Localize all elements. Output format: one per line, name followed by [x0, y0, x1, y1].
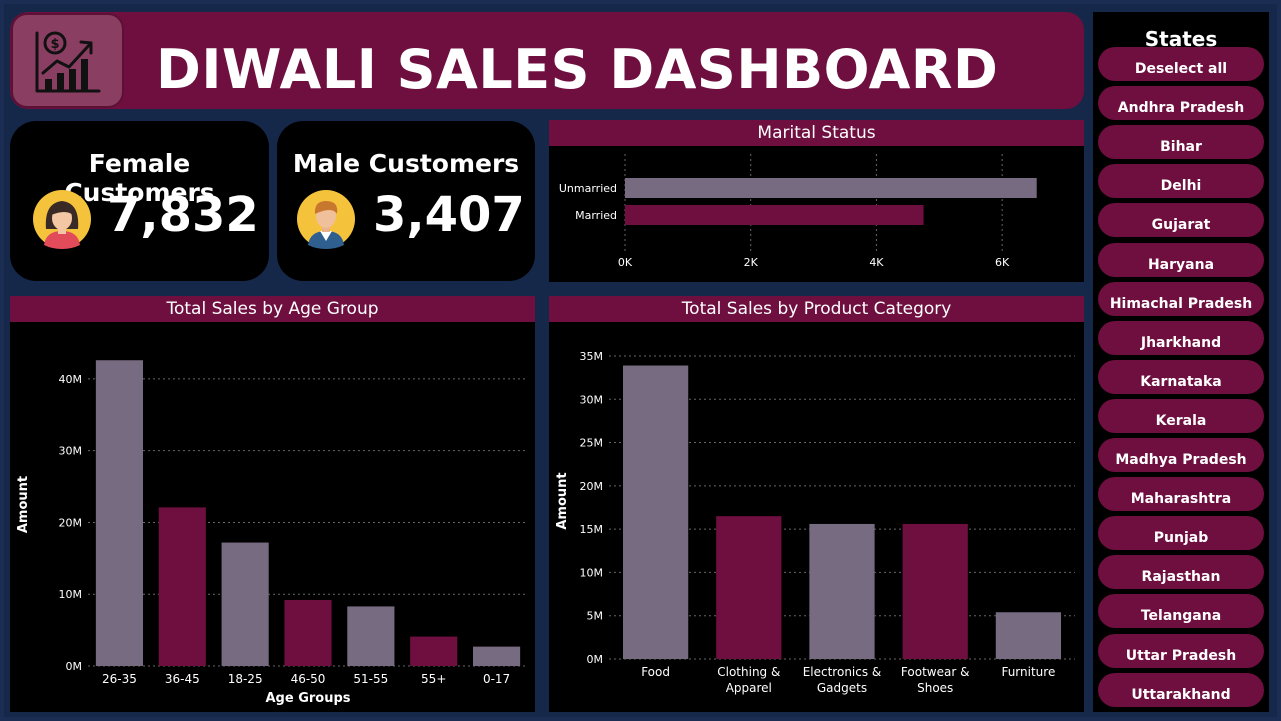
state-item[interactable]: Karnataka: [1098, 359, 1264, 394]
y-tick-label: 10M: [580, 566, 604, 579]
bar: [95, 360, 143, 666]
deselect-all-button[interactable]: Deselect all: [1098, 47, 1264, 81]
state-item[interactable]: Andhra Pradesh: [1098, 86, 1264, 121]
male-avatar-icon: [297, 190, 355, 249]
bar: [995, 612, 1062, 659]
bar: [158, 507, 206, 666]
x-category-label: 0-17: [483, 672, 510, 686]
y-tick-label: 25M: [580, 437, 604, 450]
x-category-label: Gadgets: [817, 681, 867, 695]
bar: [221, 542, 269, 666]
state-item[interactable]: Punjab: [1098, 516, 1264, 551]
x-category-label: 36-45: [165, 672, 200, 686]
male-customers-label: Male Customers: [292, 149, 520, 178]
y-category-label: Unmarried: [559, 182, 617, 195]
x-category-label: Apparel: [726, 681, 772, 695]
y-tick-label: 35M: [580, 350, 604, 363]
y-tick-label: 20M: [59, 516, 83, 529]
x-category-label: Shoes: [917, 681, 953, 695]
y-tick-label: 20M: [580, 480, 604, 493]
bar: [902, 523, 968, 659]
y-tick-label: 40M: [59, 373, 83, 386]
y-tick-label: 0M: [587, 653, 604, 666]
y-axis-title: Amount: [555, 472, 570, 529]
x-category-label: Food: [641, 665, 670, 679]
state-item[interactable]: Madhya Pradesh: [1098, 438, 1264, 472]
bar: [473, 646, 521, 666]
state-item[interactable]: Himachal Pradesh: [1098, 281, 1264, 316]
x-category-label: 26-35: [102, 672, 137, 686]
bar: [625, 178, 1037, 198]
female-customers-value: 7,832: [107, 187, 259, 243]
x-category-label: 51-55: [353, 672, 388, 686]
product-category-panel: Total Sales by Product Category 0M 5M 10M 1…: [549, 296, 1084, 712]
bar: [716, 516, 782, 659]
state-item[interactable]: Maharashtra: [1098, 477, 1264, 512]
bar: [347, 606, 395, 666]
state-item[interactable]: Kerala: [1098, 398, 1264, 433]
y-tick-label: 15M: [580, 523, 604, 536]
state-item[interactable]: Uttar Pradesh: [1098, 633, 1264, 668]
x-category-label: 18-25: [228, 672, 263, 686]
x-tick-label: 2K: [744, 256, 759, 269]
product-category-chart: 0M 5M 10M 15M 20M 25M 30M 35M Food Clothing & Appa…: [555, 350, 1075, 695]
male-customers-value: 3,407: [373, 187, 525, 243]
y-category-label: Married: [575, 209, 617, 222]
dashboard-header: DIWALI SALES DASHBOARD: [10, 12, 1084, 109]
state-item[interactable]: Bihar: [1098, 125, 1264, 160]
state-item[interactable]: Gujarat: [1098, 203, 1264, 238]
dashboard-title: DIWALI SALES DASHBOARD: [156, 38, 999, 101]
bar: [410, 636, 458, 666]
x-category-label: Electronics &: [803, 665, 882, 679]
male-customers-card: Male Customers 3,407: [277, 121, 535, 281]
y-axis-title: Amount: [16, 476, 31, 533]
bar: [622, 365, 689, 659]
x-category-label: Footwear &: [901, 665, 970, 679]
x-tick-label: 0K: [618, 256, 633, 269]
x-category-label: Furniture: [1001, 665, 1055, 679]
state-item[interactable]: Haryana: [1098, 242, 1264, 277]
y-tick-label: 10M: [59, 588, 83, 601]
female-customers-card: Female Customers 7,832: [10, 121, 269, 281]
marital-status-panel: Marital Status 0K 2K 4K 6K Unmarried Married: [549, 120, 1084, 282]
bar: [284, 599, 332, 666]
state-item[interactable]: Rajasthan: [1098, 555, 1264, 590]
state-item[interactable]: Jharkhand: [1098, 320, 1264, 355]
age-group-chart: 0M 10M 20M 30M 40M 26-35 36-45 18-25 46-50 51-55 5…: [16, 360, 528, 706]
sales-growth-icon: $: [11, 13, 124, 108]
x-category-label: Clothing &: [717, 665, 780, 679]
bar: [625, 205, 924, 225]
x-axis-title: Age Groups: [265, 691, 350, 706]
state-item[interactable]: Uttarakhand: [1098, 672, 1264, 707]
state-item[interactable]: Delhi: [1098, 164, 1264, 199]
y-tick-label: 30M: [59, 445, 83, 458]
state-item[interactable]: Telangana: [1098, 594, 1264, 629]
states-slicer: States Deselect all Andhra Pradesh Bihar De…: [1093, 12, 1269, 712]
y-tick-label: 0M: [66, 660, 83, 673]
svg-text:$: $: [50, 37, 59, 52]
x-tick-label: 4K: [869, 256, 884, 269]
x-category-label: 55+: [421, 672, 446, 686]
bar: [809, 523, 875, 659]
x-tick-label: 6K: [995, 256, 1010, 269]
y-tick-label: 30M: [580, 393, 604, 406]
marital-status-chart: 0K 2K 4K 6K Unmarried Married: [559, 154, 1037, 269]
female-avatar-icon: [33, 190, 91, 249]
y-tick-label: 5M: [587, 610, 604, 623]
x-category-label: 46-50: [291, 672, 326, 686]
age-group-panel: Total Sales by Age Group 0M 10M 20M 30M 40M 2…: [10, 296, 535, 712]
